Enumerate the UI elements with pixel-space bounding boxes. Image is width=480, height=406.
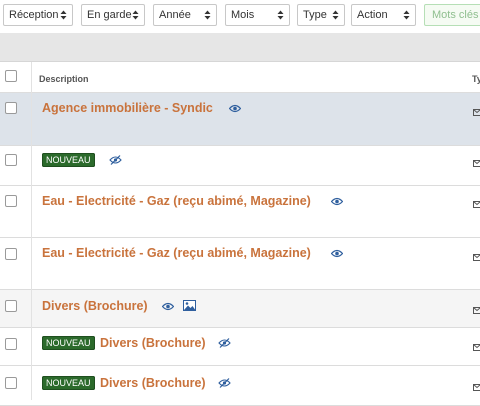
sort-arrows-icon xyxy=(403,5,410,25)
column-header-type[interactable]: Ty xyxy=(472,74,480,84)
row-checkbox[interactable] xyxy=(5,377,17,389)
table-row[interactable]: NOUVEAU Divers (Brochure) xyxy=(0,366,480,406)
row-checkbox[interactable] xyxy=(5,338,17,350)
table-row[interactable]: Eau - Electricité - Gaz (reçu abimé, Mag… xyxy=(0,238,480,290)
toolbar-strip xyxy=(0,33,480,61)
en-garde-select-label: En garde xyxy=(87,9,132,21)
envelope-icon xyxy=(473,103,480,121)
eye-icon[interactable] xyxy=(162,302,174,311)
type-select-label: Type xyxy=(303,9,327,21)
envelope-icon xyxy=(473,378,480,396)
keyword-placeholder: Mots clés xyxy=(432,9,478,21)
row-title[interactable]: Agence immobilière - Syndic xyxy=(42,101,213,115)
envelope-icon xyxy=(473,248,480,266)
envelope-icon xyxy=(473,338,480,356)
table-row[interactable]: NOUVEAU Divers (Brochure) xyxy=(0,328,480,366)
row-title[interactable]: Divers (Brochure) xyxy=(100,376,206,390)
envelope-icon xyxy=(473,154,480,172)
envelope-icon xyxy=(473,301,480,319)
type-select[interactable]: Type xyxy=(297,4,345,26)
column-header-description[interactable]: Description xyxy=(39,74,89,84)
eye-slash-icon[interactable] xyxy=(218,378,231,388)
table-row[interactable]: Eau - Electricité - Gaz (reçu abimé, Mag… xyxy=(0,186,480,238)
eye-slash-icon[interactable] xyxy=(218,338,231,348)
column-divider xyxy=(31,62,32,400)
image-icon[interactable] xyxy=(183,300,196,311)
filter-bar: Réception En garde Année Mois Type Actio… xyxy=(0,0,480,33)
en-garde-select[interactable]: En garde xyxy=(81,4,145,26)
reception-select-label: Réception xyxy=(9,9,59,21)
sort-arrows-icon xyxy=(332,5,339,25)
select-all-checkbox[interactable] xyxy=(5,70,17,82)
row-checkbox[interactable] xyxy=(5,102,17,114)
annee-select-label: Année xyxy=(159,9,191,21)
row-title[interactable]: Eau - Electricité - Gaz (reçu abimé, Mag… xyxy=(42,194,311,208)
sort-arrows-icon xyxy=(60,5,67,25)
action-select-label: Action xyxy=(357,9,388,21)
table-header: Description Ty xyxy=(0,62,480,93)
row-title[interactable]: Eau - Electricité - Gaz (reçu abimé, Mag… xyxy=(42,246,311,260)
action-select[interactable]: Action xyxy=(351,4,416,26)
row-checkbox[interactable] xyxy=(5,300,17,312)
annee-select[interactable]: Année xyxy=(153,4,217,26)
eye-icon[interactable] xyxy=(229,104,241,113)
row-checkbox[interactable] xyxy=(5,195,17,207)
new-badge: NOUVEAU xyxy=(42,376,95,390)
row-checkbox[interactable] xyxy=(5,154,17,166)
table-row[interactable]: Agence immobilière - Syndic xyxy=(0,93,480,146)
row-title[interactable]: Divers (Brochure) xyxy=(100,336,206,350)
keyword-search-input[interactable]: Mots clés xyxy=(424,4,480,26)
row-title[interactable]: Divers (Brochure) xyxy=(42,299,148,313)
reception-select[interactable]: Réception xyxy=(3,4,73,26)
sort-arrows-icon xyxy=(132,5,139,25)
new-badge: NOUVEAU xyxy=(42,336,95,350)
envelope-icon xyxy=(473,195,480,213)
eye-icon[interactable] xyxy=(331,249,343,258)
sort-arrows-icon xyxy=(204,5,211,25)
mois-select[interactable]: Mois xyxy=(225,4,290,26)
table-row[interactable]: NOUVEAU xyxy=(0,146,480,186)
mois-select-label: Mois xyxy=(231,9,254,21)
eye-slash-icon[interactable] xyxy=(109,155,122,165)
new-badge: NOUVEAU xyxy=(42,153,95,167)
sort-arrows-icon xyxy=(277,5,284,25)
row-checkbox[interactable] xyxy=(5,248,17,260)
eye-icon[interactable] xyxy=(331,197,343,206)
table-row[interactable]: Divers (Brochure) xyxy=(0,290,480,328)
